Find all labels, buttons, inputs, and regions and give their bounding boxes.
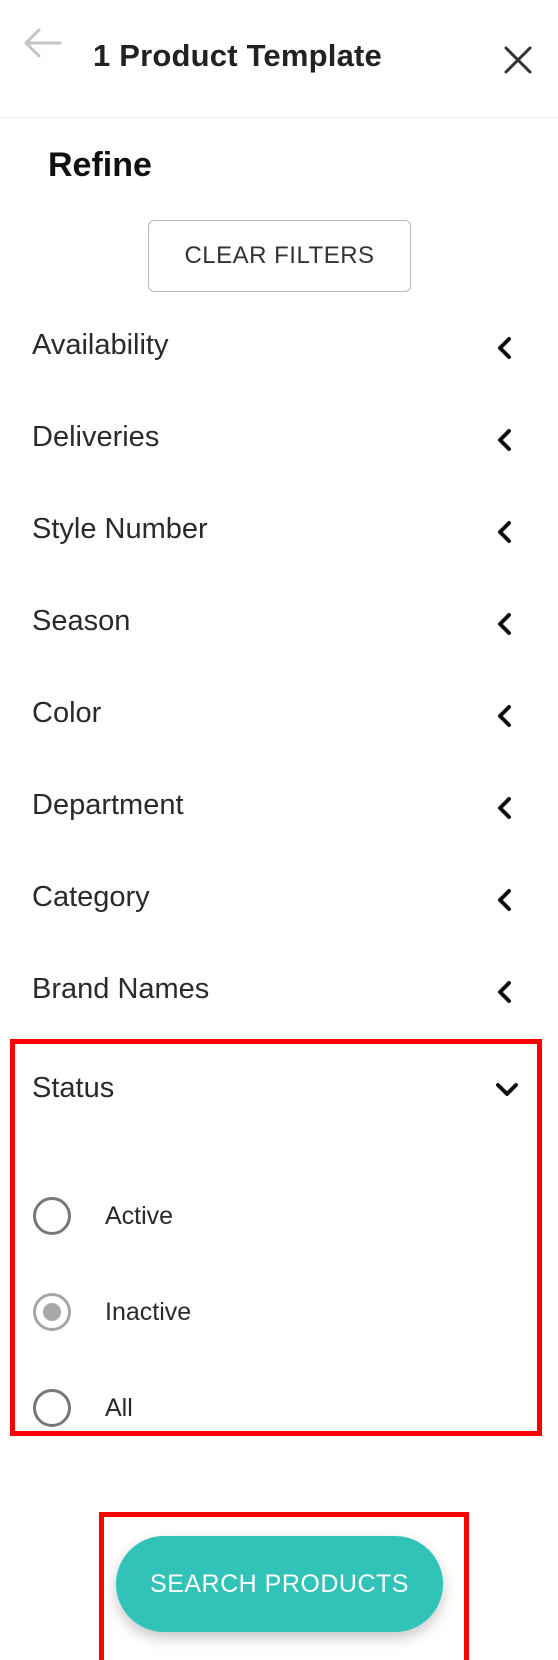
filter-row-department[interactable]: Department — [0, 763, 558, 855]
filter-label: Availability — [32, 329, 169, 361]
close-icon — [504, 46, 532, 74]
filter-label: Deliveries — [32, 421, 160, 453]
filter-row-color[interactable]: Color — [0, 671, 558, 763]
chevron-left-icon — [498, 429, 511, 451]
status-filter-section: Status Active Inactive All — [10, 1039, 542, 1436]
filter-label: Color — [32, 697, 102, 729]
chevron-left-icon — [498, 981, 511, 1003]
radio-button-selected[interactable] — [33, 1293, 71, 1331]
status-option-inactive[interactable]: Inactive — [33, 1286, 333, 1338]
radio-label: All — [105, 1394, 133, 1422]
chevron-down-icon — [496, 1083, 518, 1096]
radio-label: Active — [105, 1202, 174, 1230]
chevron-left-icon — [498, 889, 511, 911]
chevron-left-icon — [498, 337, 511, 359]
filter-row-status[interactable]: Status — [15, 1044, 537, 1132]
filter-row-category[interactable]: Category — [0, 855, 558, 947]
status-option-all[interactable]: All — [33, 1382, 333, 1434]
chevron-left-icon — [498, 705, 511, 727]
filter-label: Season — [32, 605, 131, 637]
filter-list: Availability Deliveries Style Number Sea… — [0, 303, 558, 1039]
radio-button[interactable] — [33, 1197, 71, 1235]
close-button[interactable] — [498, 40, 538, 80]
chevron-left-icon — [498, 797, 511, 819]
filter-row-season[interactable]: Season — [0, 579, 558, 671]
page-title: 1 Product Template — [93, 38, 382, 73]
refine-heading: Refine — [48, 146, 152, 184]
filter-row-deliveries[interactable]: Deliveries — [0, 395, 558, 487]
status-option-active[interactable]: Active — [33, 1190, 333, 1242]
chevron-left-icon — [498, 613, 511, 635]
filter-row-brand-names[interactable]: Brand Names — [0, 947, 558, 1039]
radio-button[interactable] — [33, 1389, 71, 1427]
filter-row-style-number[interactable]: Style Number — [0, 487, 558, 579]
radio-label: Inactive — [105, 1298, 192, 1326]
filter-label: Category — [32, 881, 150, 913]
chevron-left-icon — [498, 521, 511, 543]
filter-label: Style Number — [32, 513, 208, 545]
back-button[interactable] — [22, 26, 66, 62]
filter-row-availability[interactable]: Availability — [0, 303, 558, 395]
search-products-button[interactable]: SEARCH PRODUCTS — [116, 1536, 443, 1632]
header: 1 Product Template — [0, 0, 558, 118]
filter-label: Department — [32, 789, 184, 821]
clear-filters-button[interactable]: CLEAR FILTERS — [148, 220, 411, 292]
arrow-left-icon — [24, 28, 62, 58]
filter-label: Status — [32, 1072, 115, 1104]
filter-label: Brand Names — [32, 973, 210, 1005]
